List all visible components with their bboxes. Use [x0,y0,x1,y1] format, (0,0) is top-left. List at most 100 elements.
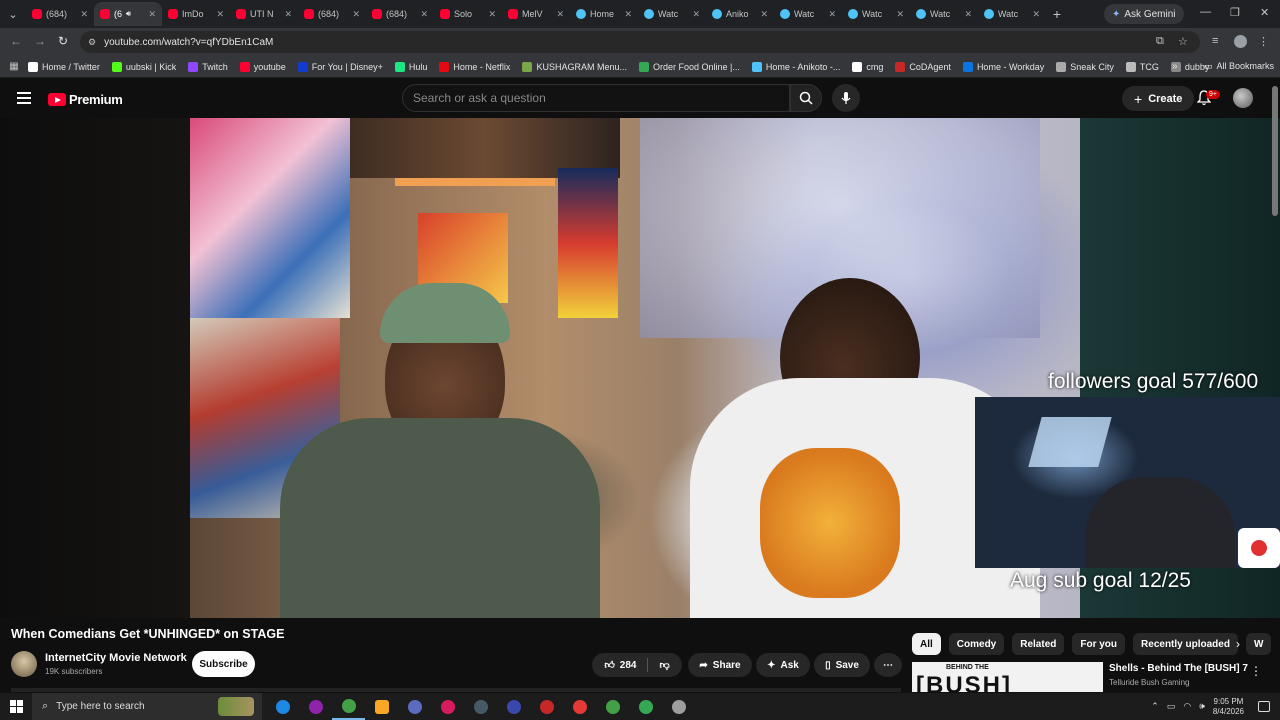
channel-avatar[interactable] [11,651,37,677]
close-tab-icon[interactable]: ✕ [216,9,224,20]
close-tab-icon[interactable]: ✕ [420,9,428,20]
voice-search-button[interactable] [832,84,860,112]
chrome-menu-icon[interactable]: ⋮ [1258,35,1269,48]
browser-tab[interactable]: ImDo ✕ [162,2,230,26]
bookmark-item[interactable]: Twitch [188,61,228,72]
recommended-more-icon[interactable]: ⋮ [1250,664,1262,678]
browser-tab[interactable]: Watc ✕ [638,2,706,26]
wifi-icon[interactable]: ◠ [1183,701,1191,712]
apps-grid-icon[interactable]: ▦ [0,61,28,72]
page-scrollbar[interactable] [1272,86,1278,216]
bookmark-item[interactable]: KUSHAGRAM Menu... [522,61,627,72]
browser-tab[interactable]: (684) ✕ [366,2,434,26]
taskbar-search-box[interactable]: ⌕ Type here to search [32,693,262,720]
bookmark-item[interactable]: youtube [239,61,286,72]
taskbar-app-button[interactable] [662,693,695,720]
browser-tab[interactable]: Home ✕ [570,2,638,26]
save-button[interactable]: ▯ Save [814,653,870,677]
close-tab-icon[interactable]: ✕ [964,9,972,20]
site-info-icon[interactable]: ⚙ [88,37,96,48]
channel-name[interactable]: InternetCity Movie Network [45,652,187,664]
create-button[interactable]: + Create [1122,86,1195,111]
tray-overflow-icon[interactable]: ⌃ [1151,701,1159,712]
youtube-premium-logo[interactable]: Premium [48,92,123,107]
bookmark-star-icon[interactable]: ☆ [1178,35,1188,48]
bookmark-item[interactable]: TCG [1125,61,1159,72]
video-frame[interactable] [190,118,1080,618]
search-input[interactable] [413,91,789,105]
close-tab-icon[interactable]: ✕ [760,9,768,20]
taskbar-app-button[interactable] [530,693,563,720]
browser-tab[interactable]: Watc ✕ [910,2,978,26]
taskbar-app-button[interactable] [266,693,299,720]
dislike-button[interactable]: 👎︎ [659,659,669,671]
close-tab-icon[interactable]: ✕ [284,9,292,20]
taskbar-app-button[interactable] [596,693,629,720]
subscribe-button[interactable]: Subscribe [192,651,255,677]
share-button[interactable]: ➦ Share [688,653,752,677]
minimize-icon[interactable]: — [1200,6,1211,18]
bookmark-item[interactable]: Home - Anikoto -... [751,61,840,72]
taskbar-clock[interactable]: 9:05 PM 8/4/2026 [1213,697,1244,717]
filter-chip[interactable]: Comedy [948,633,1005,655]
filter-chip[interactable]: W [1245,633,1272,655]
browser-tab[interactable]: UTI N ✕ [230,2,298,26]
new-tab-button[interactable]: + [1046,6,1068,22]
close-tab-icon[interactable]: ✕ [80,9,88,20]
taskbar-app-button[interactable] [497,693,530,720]
bookmark-item[interactable]: Home - Workday [962,61,1044,72]
browser-tab[interactable]: (684) ✕ [298,2,366,26]
recommended-thumbnail[interactable]: BEHIND THE [BUSH] [912,662,1103,692]
ask-gemini-button[interactable]: ✦ Ask Gemini [1104,4,1184,24]
taskbar-app-button[interactable] [365,693,398,720]
close-tab-icon[interactable]: ✕ [828,9,836,20]
close-tab-icon[interactable]: ✕ [692,9,700,20]
tab-search-chevron-icon[interactable]: ⌄ [0,0,26,28]
filter-chip[interactable]: All [912,633,941,655]
more-actions-button[interactable]: ⋯ [874,653,902,677]
filter-chip[interactable]: For you [1072,633,1126,655]
taskbar-app-button[interactable] [299,693,332,720]
filter-chip[interactable]: Recently uploaded [1133,633,1238,655]
close-tab-icon[interactable]: ✕ [896,9,904,20]
restore-icon[interactable]: ❐ [1230,6,1240,19]
network-icon[interactable]: ▭ [1167,701,1176,712]
volume-icon[interactable]: 🕪︎ [1199,701,1205,712]
close-window-icon[interactable]: ✕ [1260,6,1269,19]
browser-tab[interactable]: (684) ✕ [26,2,94,26]
chevron-right-icon[interactable]: › [1236,637,1240,651]
windows-start-button[interactable] [0,693,32,720]
bookmark-item[interactable]: Hulu [394,61,427,72]
chrome-profile-avatar[interactable] [1234,35,1247,48]
search-box[interactable] [402,84,790,112]
browser-tab[interactable]: Watc ✕ [842,2,910,26]
search-button[interactable] [790,84,822,112]
close-tab-icon[interactable]: ✕ [1032,9,1040,20]
taskbar-app-button[interactable] [431,693,464,720]
more-bookmarks-icon[interactable]: » [1172,61,1178,72]
taskbar-app-button[interactable] [464,693,497,720]
tab-audio-icon[interactable]: 🔊︎ [126,9,131,19]
back-arrow-icon[interactable]: ← [10,34,22,48]
recommended-channel[interactable]: Telluride Bush Gaming [1109,678,1189,687]
reading-list-icon[interactable]: ≡ [1212,35,1218,47]
video-player[interactable]: followers goal 577/600 Aug sub goal 12/2… [0,118,1280,618]
taskbar-app-button[interactable] [398,693,431,720]
bookmark-item[interactable]: Home / Twitter [28,61,100,72]
close-tab-icon[interactable]: ✕ [488,9,496,20]
browser-tab[interactable]: Aniko ✕ [706,2,774,26]
account-avatar[interactable] [1233,88,1253,108]
guide-menu-icon[interactable] [17,92,31,104]
address-bar[interactable]: ⚙ youtube.com/watch?v=qfYDbEn1CaM [80,31,1200,53]
recommended-title[interactable]: Shells - Behind The [BUSH] 7 [1109,663,1248,674]
like-button[interactable]: 👍︎ 284 [604,659,636,672]
bookmark-item[interactable]: CoDAgent [895,61,951,72]
forward-arrow-icon[interactable]: → [34,34,46,48]
url-text[interactable]: youtube.com/watch?v=qfYDbEn1CaM [104,37,273,48]
bookmark-item[interactable]: Sneak City [1056,61,1114,72]
bookmark-item[interactable]: uubski | Kick [111,61,176,72]
close-tab-icon[interactable]: ✕ [624,9,632,20]
bookmark-item[interactable]: For You | Disney+ [297,61,383,72]
all-bookmarks-button[interactable]: ▭ All Bookmarks [1204,61,1274,72]
browser-tab[interactable]: Watc ✕ [978,2,1046,26]
